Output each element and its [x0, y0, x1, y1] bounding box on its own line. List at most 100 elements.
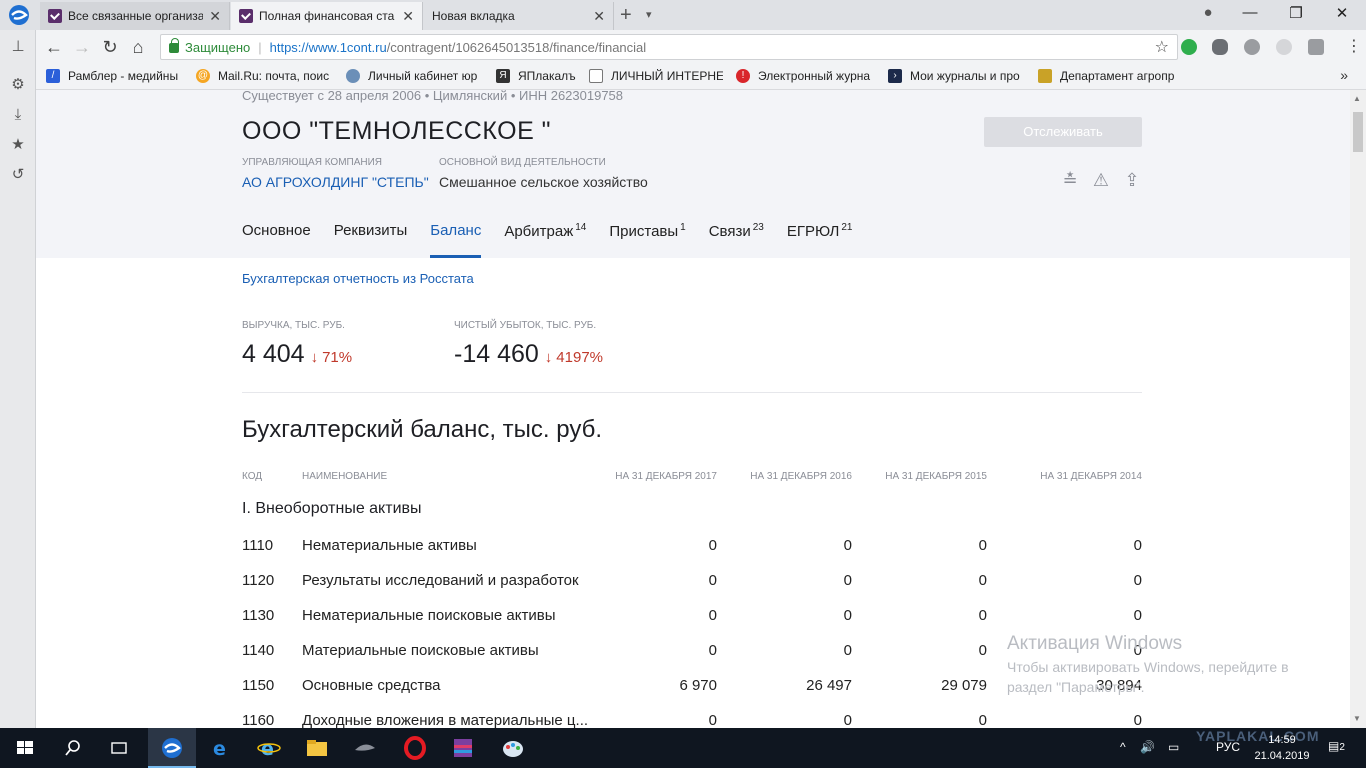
- tab-links[interactable]: Связи 23: [709, 222, 764, 258]
- scroll-up-icon[interactable]: ▲: [1353, 94, 1361, 103]
- clock-date: 21.04.2019: [1254, 750, 1310, 762]
- journal-icon: !: [736, 69, 750, 83]
- follow-button[interactable]: Отслеживать: [984, 117, 1142, 147]
- browser-tab[interactable]: Новая вкладка ✕: [424, 2, 614, 30]
- tab-title: Все связанные организа: [68, 9, 204, 23]
- management-link[interactable]: АО АГРОХОЛДИНГ "СТЕПЬ": [242, 174, 429, 190]
- back-icon[interactable]: ←: [44, 37, 64, 57]
- edge-icon[interactable]: e: [208, 736, 234, 760]
- tab-title: Полная финансовая ста: [259, 9, 395, 23]
- bookmark-star-icon[interactable]: ☆: [1155, 37, 1169, 57]
- close-tab-icon[interactable]: ✕: [593, 8, 605, 25]
- activate-windows-title: Активация Windows: [1007, 633, 1183, 654]
- cloud-icon[interactable]: [1276, 39, 1292, 55]
- loss-label: ЧИСТЫЙ УБЫТОК, ТЫС. РУБ.: [454, 320, 597, 331]
- rosstat-link[interactable]: Бухгалтерская отчетность из Росстата: [242, 271, 474, 286]
- restore-button[interactable]: ❐: [1276, 4, 1316, 22]
- mailru-icon: @: [196, 69, 210, 83]
- svg-text:e: e: [213, 738, 226, 760]
- table-row: 1120 Результаты исследований и разработок…: [242, 572, 1142, 589]
- opera-icon[interactable]: [402, 736, 428, 760]
- compare-icon[interactable]: ≛: [1060, 170, 1080, 191]
- arrow-down-icon: ↓: [544, 349, 553, 366]
- tab-bailiffs[interactable]: Приставы 1: [609, 222, 685, 258]
- history-icon[interactable]: ↺: [9, 166, 27, 184]
- tab-count-badge: 23: [752, 222, 764, 233]
- revenue-delta: 71%: [322, 349, 353, 366]
- bookmarks-more-icon[interactable]: »: [1340, 67, 1348, 83]
- file-explorer-icon[interactable]: [304, 736, 330, 760]
- forward-icon[interactable]: →: [72, 37, 92, 57]
- app-icon[interactable]: [352, 736, 378, 760]
- share-icon[interactable]: ⇪: [1122, 170, 1142, 191]
- taskbar-clock[interactable]: 14:59 21.04.2019: [1252, 732, 1312, 764]
- divider: [242, 392, 1142, 393]
- bookmark-item[interactable]: @ Mail.Ru: почта, поис: [196, 69, 336, 83]
- tab-egrul[interactable]: ЕГРЮЛ 21: [787, 222, 853, 258]
- bookmark-item[interactable]: › Мои журналы и про: [888, 69, 1028, 83]
- tab-count-badge: 21: [841, 222, 853, 233]
- bookmark-item[interactable]: ! Электронный журна: [736, 69, 876, 83]
- language-indicator[interactable]: РУС: [1216, 740, 1240, 754]
- warning-icon[interactable]: ⚠: [1091, 170, 1111, 191]
- browser-titlebar: Все связанные организа ✕ Полная финансов…: [0, 0, 1366, 30]
- browser-logo-icon[interactable]: [6, 3, 32, 27]
- pin-icon[interactable]: ⊥: [9, 38, 27, 56]
- department-icon: [1038, 69, 1052, 83]
- tab-menu-chevron-icon[interactable]: ▾: [646, 8, 652, 21]
- col-2017: НА 31 ДЕКАБРЯ 2017: [615, 471, 717, 482]
- url-separator: |: [258, 39, 262, 55]
- activate-windows-subtitle: Чтобы активировать Windows, перейдите в …: [1007, 659, 1289, 695]
- bookmark-item[interactable]: / Рамблер - медийны: [46, 69, 186, 83]
- scroll-thumb[interactable]: [1353, 112, 1363, 152]
- tab-arbitration[interactable]: Арбитраж 14: [504, 222, 586, 258]
- col-code: КОД: [242, 471, 263, 482]
- extension-icon[interactable]: [1308, 39, 1324, 55]
- windows-start-icon[interactable]: [12, 736, 38, 760]
- star-icon[interactable]: ★: [9, 136, 27, 154]
- task-view-icon[interactable]: [106, 736, 132, 760]
- home-icon[interactable]: ⌂: [128, 37, 148, 57]
- chat-icon[interactable]: [1212, 39, 1228, 55]
- network-icon[interactable]: ▭: [1168, 740, 1179, 754]
- minimize-button[interactable]: —: [1230, 4, 1270, 21]
- col-2016: НА 31 ДЕКАБРЯ 2016: [750, 471, 852, 482]
- close-tab-icon[interactable]: ✕: [209, 8, 221, 25]
- gear-icon[interactable]: ⚙: [9, 76, 27, 94]
- paint-icon[interactable]: [500, 736, 526, 760]
- bookmark-item[interactable]: ЛИЧНЫЙ ИНТЕРНЕТ: [589, 69, 723, 83]
- close-tab-icon[interactable]: ✕: [402, 8, 414, 25]
- url-input[interactable]: Защищено | https://www.1cont.ru/contrage…: [160, 34, 1178, 60]
- url-path: /contragent/1062645013518/finance/financ…: [386, 39, 647, 55]
- page-scrollbar[interactable]: ▲ ▼: [1350, 90, 1366, 728]
- search-icon[interactable]: [60, 736, 86, 760]
- download-icon[interactable]: ⤓: [9, 106, 27, 124]
- reload-icon[interactable]: ↻: [100, 37, 120, 57]
- opera-browser-icon[interactable]: [159, 736, 185, 760]
- bookmark-item[interactable]: Я ЯПлакалъ: [496, 69, 586, 83]
- tab-balance[interactable]: Баланс: [430, 222, 482, 258]
- bookmark-item[interactable]: Департамент агропр: [1038, 69, 1178, 83]
- arrow-down-icon: ↓: [310, 349, 319, 366]
- browser-tab[interactable]: Все связанные организа ✕: [40, 2, 230, 30]
- tab-title: Новая вкладка: [432, 9, 515, 23]
- tab-requisites[interactable]: Реквизиты: [334, 222, 408, 258]
- bookmark-item[interactable]: Личный кабинет юр: [346, 69, 486, 83]
- table-row: 1130 Нематериальные поисковые активы 0000: [242, 607, 1142, 624]
- winrar-icon[interactable]: [450, 736, 476, 760]
- tab-main[interactable]: Основное: [242, 222, 311, 258]
- tray-expand-icon[interactable]: ^: [1120, 740, 1126, 754]
- new-tab-button[interactable]: +: [620, 4, 632, 27]
- extension-icon[interactable]: [1244, 39, 1260, 55]
- menu-icon[interactable]: ⋮: [1346, 36, 1362, 56]
- cabinet-icon: [346, 69, 360, 83]
- extension-icon[interactable]: [1181, 39, 1197, 55]
- notifications-icon[interactable]: ▤2: [1328, 739, 1345, 753]
- loss-value: -14 460: [454, 340, 539, 368]
- account-icon[interactable]: ●: [1188, 4, 1228, 21]
- internet-explorer-icon[interactable]: e: [256, 736, 282, 760]
- volume-icon[interactable]: 🔊: [1140, 740, 1155, 754]
- browser-tab-active[interactable]: Полная финансовая ста ✕: [231, 2, 423, 30]
- scroll-down-icon[interactable]: ▼: [1353, 714, 1361, 723]
- close-window-button[interactable]: ✕: [1322, 4, 1362, 22]
